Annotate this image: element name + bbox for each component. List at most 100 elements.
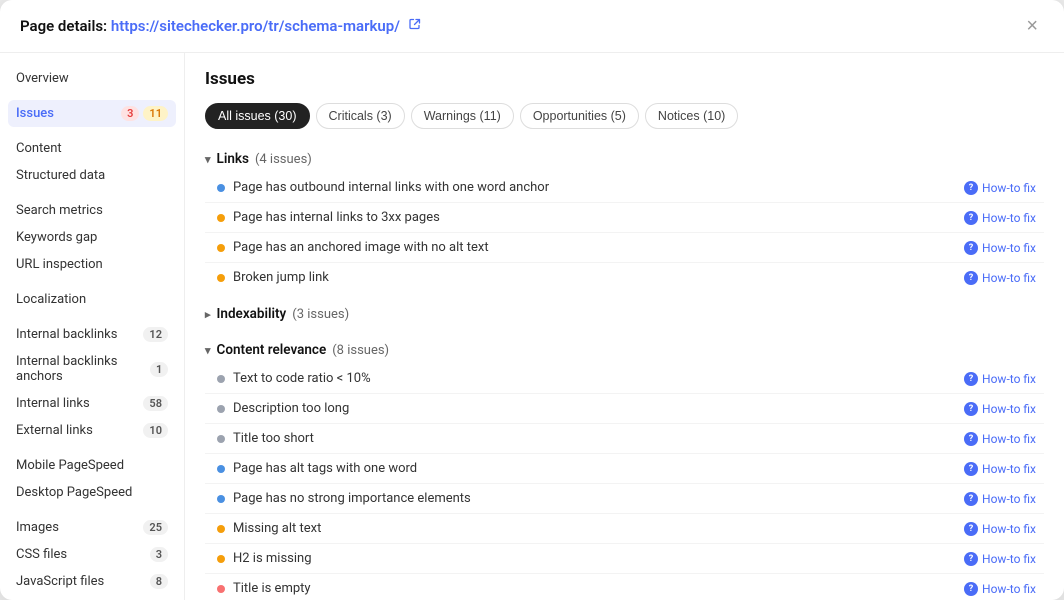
filter-tab-warnings[interactable]: Warnings (11) [411,103,514,129]
how-to-fix-link[interactable]: ? How-to fix [964,372,1036,386]
issue-text: Title too short [233,431,314,446]
sidebar-item-mobile-pagespeed[interactable]: Mobile PageSpeed [0,452,184,479]
sidebar-item-search-metrics[interactable]: Search metrics [0,197,184,224]
sidebar-item-label: Issues [16,106,54,121]
sidebar-item-images[interactable]: Images25 [0,514,184,541]
sidebar-item-badges: 311 [121,106,168,121]
filter-tab-all[interactable]: All issues (30) [205,103,310,129]
issue-group-count: (4 issues) [255,152,312,167]
sidebar-item-internal-backlinks-anchors[interactable]: Internal backlinks anchors1 [0,348,184,390]
issue-row-left: Page has internal links to 3xx pages [217,210,964,225]
sidebar-item-label: Keywords gap [16,230,97,245]
how-to-fix-label: How-to fix [982,372,1036,386]
sidebar-divider [0,506,184,514]
how-to-fix-link[interactable]: ?How-to fix [964,522,1036,536]
badge-count: 12 [143,327,168,342]
sidebar-item-html-source[interactable]: HTML source [0,595,184,600]
sidebar-item-internal-backlinks[interactable]: Internal backlinks12 [0,321,184,348]
issue-dot [217,214,225,222]
sidebar-item-label: Internal links [16,396,90,411]
how-to-fix-icon: ? [964,372,978,386]
how-to-fix-link[interactable]: ?How-to fix [964,211,1036,225]
issue-row-left: Title is empty [217,581,964,596]
sidebar-item-javascript-files[interactable]: JavaScript files8 [0,568,184,595]
filter-tab-opportunities[interactable]: Opportunities (5) [520,103,639,129]
filter-tab-criticals[interactable]: Criticals (3) [316,103,405,129]
issue-group-count: (8 issues) [332,343,389,358]
modal: Page details: https://sitechecker.pro/tr… [0,0,1064,600]
how-to-fix-label: How-to fix [982,211,1036,225]
issue-group-label: Content relevance [217,342,327,358]
sidebar-item-url-inspection[interactable]: URL inspection [0,251,184,278]
external-link-icon [408,17,422,31]
sidebar-divider [0,189,184,197]
how-to-fix-link[interactable]: ?How-to fix [964,492,1036,506]
badge-count: 25 [143,520,168,535]
issue-row-left: Page has outbound internal links with on… [217,180,964,195]
issue-row: Page has alt tags with one word?How-to f… [205,454,1044,484]
section-title: Issues [205,69,1044,89]
issue-row: Title too short ?How-to fix [205,424,1044,454]
issue-groups: ▾Links(4 issues) Page has outbound intern… [205,145,1044,600]
issue-dot [217,435,225,443]
page-url-link[interactable]: https://sitechecker.pro/tr/schema-markup… [111,17,400,35]
sidebar-item-css-files[interactable]: CSS files3 [0,541,184,568]
how-to-fix-link[interactable]: ?How-to fix [964,402,1036,416]
issue-row-left: Description too long [217,401,964,416]
issue-group-links: ▾Links(4 issues) Page has outbound intern… [205,145,1044,292]
how-to-fix-icon: ? [964,552,978,566]
close-button[interactable]: × [1020,14,1044,38]
how-to-fix-link[interactable]: ?How-to fix [964,462,1036,476]
page-details-label: Page details: [20,17,107,35]
sidebar-divider [0,444,184,452]
how-to-fix-icon: ? [964,402,978,416]
issue-text: Page has an anchored image with no alt t… [233,240,489,255]
how-to-fix-label: How-to fix [982,241,1036,255]
how-to-fix-link[interactable]: ?How-to fix [964,552,1036,566]
how-to-fix-label: How-to fix [982,271,1036,285]
issue-dot [217,495,225,503]
issue-row-left: Missing alt text [217,521,964,536]
sidebar-item-label: Structured data [16,168,105,183]
modal-title: Page details: https://sitechecker.pro/tr… [20,17,422,35]
how-to-fix-label: How-to fix [982,582,1036,596]
sidebar-item-label: External links [16,423,93,438]
how-to-fix-link[interactable]: ?How-to fix [964,241,1036,255]
issue-dot [217,375,225,383]
sidebar-item-content[interactable]: Content [0,135,184,162]
issue-group-header-links[interactable]: ▾Links(4 issues) [205,145,1044,173]
how-to-fix-link[interactable]: ?How-to fix [964,271,1036,285]
sidebar-item-structured-data[interactable]: Structured data [0,162,184,189]
filter-tabs: All issues (30)Criticals (3)Warnings (11… [205,103,1044,129]
sidebar-divider [0,92,184,100]
how-to-fix-icon: ? [964,181,978,195]
issue-row-left: Text to code ratio < 10% [217,371,964,386]
how-to-fix-link[interactable]: ?How-to fix [964,582,1036,596]
issue-dot [217,244,225,252]
sidebar-item-label: Mobile PageSpeed [16,458,124,473]
issue-dot [217,405,225,413]
sidebar-item-localization[interactable]: Localization [0,286,184,313]
how-to-fix-link[interactable]: ?How-to fix [964,432,1036,446]
sidebar-item-external-links[interactable]: External links10 [0,417,184,444]
filter-tab-notices[interactable]: Notices (10) [645,103,738,129]
issue-group-header-content-relevance[interactable]: ▾Content relevance(8 issues) [205,336,1044,364]
sidebar-divider [0,127,184,135]
issue-text: Text to code ratio < 10% [233,371,371,386]
sidebar-item-keywords-gap[interactable]: Keywords gap [0,224,184,251]
issue-row: Page has internal links to 3xx pages?How… [205,203,1044,233]
sidebar-item-issues[interactable]: Issues 311 [8,100,176,127]
how-to-fix-icon: ? [964,492,978,506]
sidebar-item-internal-links[interactable]: Internal links58 [0,390,184,417]
issue-row: H2 is missing?How-to fix [205,544,1044,574]
issue-row-left: Broken jump link [217,270,964,285]
how-to-fix-label: How-to fix [982,432,1036,446]
how-to-fix-link[interactable]: ? How-to fix [964,181,1036,195]
how-to-fix-label: How-to fix [982,181,1036,195]
issue-text: Title is empty [233,581,311,596]
badge-red: 3 [121,106,139,121]
sidebar-item-label: Overview [16,71,69,86]
issue-group-header-indexability[interactable]: ▸Indexability(3 issues) [205,300,1044,328]
sidebar-item-desktop-pagespeed[interactable]: Desktop PageSpeed [0,479,184,506]
sidebar-item-overview[interactable]: Overview [0,65,184,92]
